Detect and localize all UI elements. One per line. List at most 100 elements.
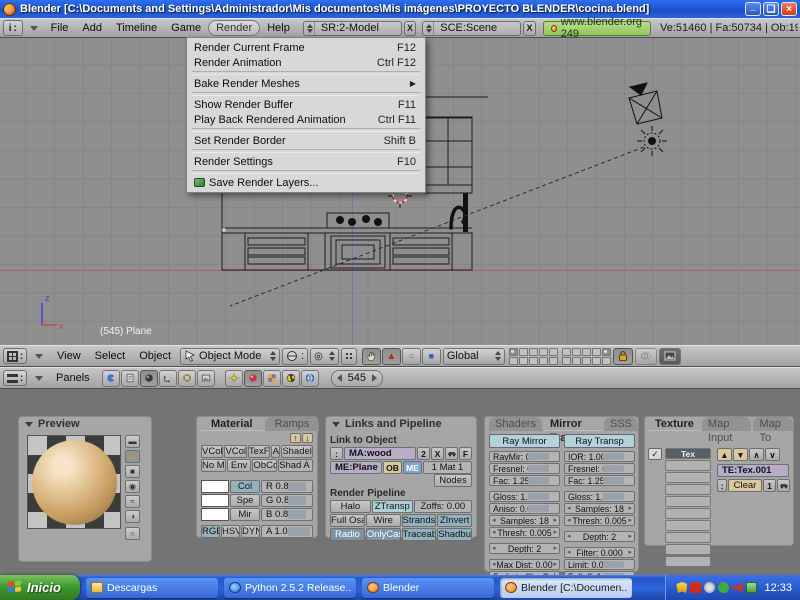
manipulator-rotate-button[interactable]: ○ bbox=[402, 348, 421, 365]
layer-toggle[interactable] bbox=[549, 348, 558, 356]
color-mode-button[interactable]: DYN bbox=[241, 525, 260, 538]
display-settings-icon[interactable] bbox=[746, 582, 757, 593]
manipulator-translate-button[interactable]: ▲ bbox=[382, 348, 401, 365]
transp-setting-field[interactable]: Gloss: 1.00 bbox=[564, 491, 635, 502]
pipeline-toggle[interactable]: Strands bbox=[402, 514, 437, 527]
texture-order-button[interactable]: ▲ bbox=[717, 448, 732, 461]
mirror-setting-field[interactable]: Fresnel: 0.0 bbox=[489, 463, 560, 474]
pipeline-toggle[interactable]: Radio bbox=[330, 528, 365, 541]
scene-browse-icon[interactable] bbox=[423, 22, 434, 35]
specular-color-swatch[interactable] bbox=[201, 494, 229, 507]
layer-toggle[interactable] bbox=[509, 357, 518, 365]
texture-slot[interactable] bbox=[665, 508, 711, 519]
menu-item[interactable]: Help bbox=[260, 21, 297, 35]
header-collapse-icon[interactable] bbox=[30, 26, 38, 31]
pipeline-toggle[interactable]: Traceable bbox=[402, 528, 437, 541]
restore-button[interactable]: ❏ bbox=[763, 2, 779, 16]
material-toggle[interactable]: Shadeless bbox=[281, 445, 313, 458]
pivot-dropdown[interactable]: ◎ bbox=[310, 348, 339, 365]
view3d-type-button[interactable]: : bbox=[3, 348, 27, 364]
shaders-panel-tab[interactable]: Mirror Transp bbox=[544, 417, 602, 431]
layer-toggle[interactable] bbox=[539, 348, 548, 356]
shaders-panel-tab[interactable]: Shaders bbox=[489, 417, 542, 431]
transp-setting-field[interactable]: Fresnel: 0.0 bbox=[564, 463, 635, 474]
mir-channel-button[interactable]: Mir bbox=[230, 508, 260, 521]
texture-slot[interactable] bbox=[665, 484, 711, 495]
menu-item[interactable]: Render bbox=[208, 20, 260, 36]
layer-toggle[interactable] bbox=[592, 357, 601, 365]
render-menu-item[interactable]: Render Animation Ctrl F12 ▶ bbox=[187, 55, 425, 70]
view3d-menu-item[interactable]: Select bbox=[88, 349, 133, 363]
menu-item[interactable]: Add bbox=[75, 21, 109, 35]
screen-delete-button[interactable]: X bbox=[404, 21, 416, 36]
material-toggle[interactable]: Shad A 1.00 bbox=[278, 459, 313, 472]
mirror-setting-field[interactable] bbox=[489, 487, 560, 490]
render-menu-item[interactable]: Play Back Rendered Animation Ctrl F11 ▶ bbox=[187, 112, 425, 127]
auto-name-button[interactable] bbox=[445, 447, 458, 460]
layer-toggle[interactable] bbox=[592, 348, 601, 356]
layer-toggle[interactable] bbox=[529, 357, 538, 365]
material-index-field[interactable]: 1 Mat 1 bbox=[423, 461, 472, 474]
scene-selector[interactable]: SCE:Scene bbox=[422, 21, 521, 36]
render-menu-item[interactable]: Set Render Border Shift B ▶ bbox=[187, 133, 425, 148]
col-channel-button[interactable]: Col bbox=[230, 480, 260, 493]
world-subcontext-button[interactable] bbox=[301, 370, 319, 387]
ray-transp-toggle[interactable]: Ray Transp bbox=[564, 434, 635, 448]
layer-toggle[interactable] bbox=[562, 348, 571, 356]
material-toggle[interactable]: VCol Light bbox=[201, 445, 223, 458]
r-slider[interactable]: R 0.800 bbox=[261, 480, 313, 493]
texture-subcontext-button[interactable] bbox=[263, 370, 281, 387]
transp-setting-field[interactable]: Fac: 1.25 bbox=[564, 475, 635, 486]
render-menu-item[interactable]: Show Render Buffer F11 ▶ bbox=[187, 97, 425, 112]
layer-toggle[interactable] bbox=[509, 348, 518, 356]
color-mode-button[interactable]: HSV bbox=[221, 525, 240, 538]
texture-slot[interactable] bbox=[665, 532, 711, 543]
clear-texture-button[interactable]: Clear bbox=[728, 479, 762, 492]
diffuse-color-swatch[interactable] bbox=[201, 480, 229, 493]
object-context-button[interactable] bbox=[159, 370, 177, 387]
texture-slot[interactable] bbox=[665, 496, 711, 507]
collapse-triangle-icon[interactable] bbox=[25, 422, 33, 427]
logic-context-button[interactable] bbox=[102, 370, 120, 387]
transp-setting-field[interactable]: Thresh: 0.005 bbox=[564, 515, 635, 526]
texture-panel-tab[interactable]: Map Input bbox=[702, 417, 752, 431]
preview-type-button[interactable]: ● bbox=[125, 450, 140, 463]
title-bar[interactable]: Blender [C:\Documents and Settings\Admin… bbox=[0, 0, 800, 18]
texture-slot[interactable] bbox=[665, 544, 711, 555]
texture-order-button[interactable]: ▼ bbox=[733, 448, 748, 461]
nodes-button[interactable]: Nodes bbox=[434, 474, 472, 487]
mesh-name-field[interactable]: ME:Plane bbox=[330, 461, 382, 474]
editing-context-button[interactable] bbox=[178, 370, 196, 387]
transp-setting-field[interactable] bbox=[564, 487, 635, 490]
material-unlink-button[interactable]: X bbox=[431, 447, 444, 460]
antivirus-icon[interactable] bbox=[690, 582, 701, 593]
material-toggle[interactable]: TexFace bbox=[248, 445, 270, 458]
lock-view-button[interactable] bbox=[613, 348, 633, 365]
security-shield-icon[interactable] bbox=[676, 582, 687, 593]
texture-panel-tab[interactable]: Texture bbox=[649, 417, 700, 431]
layer-toggle[interactable] bbox=[562, 357, 571, 365]
texture-slot[interactable] bbox=[665, 556, 711, 567]
mirror-setting-field[interactable]: Gloss: 1.00 bbox=[489, 491, 560, 502]
render-menu-item[interactable]: ▶ bbox=[192, 149, 420, 153]
mirror-setting-field[interactable]: Fac: 1.25 bbox=[489, 475, 560, 486]
render-menu-item[interactable]: ▶ bbox=[192, 71, 420, 75]
pipeline-toggle[interactable]: Wire bbox=[366, 514, 401, 527]
start-button[interactable]: Inicio bbox=[0, 575, 80, 600]
lamp-subcontext-button[interactable] bbox=[225, 370, 243, 387]
layer-buttons-group-1[interactable] bbox=[509, 348, 558, 365]
clock[interactable]: 12:33 bbox=[764, 582, 792, 594]
preview-type-button[interactable]: ◑ bbox=[125, 510, 140, 523]
mirror-setting-field[interactable]: Max Dist: 0.00 bbox=[489, 559, 560, 570]
taskbar-task-button[interactable]: Python 2.5.2 Release... bbox=[224, 578, 356, 598]
material-toggle[interactable]: ObColor bbox=[252, 459, 277, 472]
render-menu-item[interactable]: Render Settings F10 ▶ bbox=[187, 154, 425, 169]
view3d-menu-item[interactable]: View bbox=[50, 349, 88, 363]
frame-number-field[interactable]: 545 bbox=[331, 370, 383, 387]
preview-refresh-button[interactable]: ○ bbox=[125, 527, 140, 540]
blender-version-button[interactable]: www.blender.org 249 bbox=[543, 21, 651, 36]
ray-mirror-toggle[interactable]: Ray Mirror bbox=[489, 434, 560, 448]
close-button[interactable]: × bbox=[781, 2, 797, 16]
material-browse-button[interactable]: : bbox=[330, 447, 343, 460]
orientation-dropdown[interactable]: Global bbox=[443, 348, 505, 365]
